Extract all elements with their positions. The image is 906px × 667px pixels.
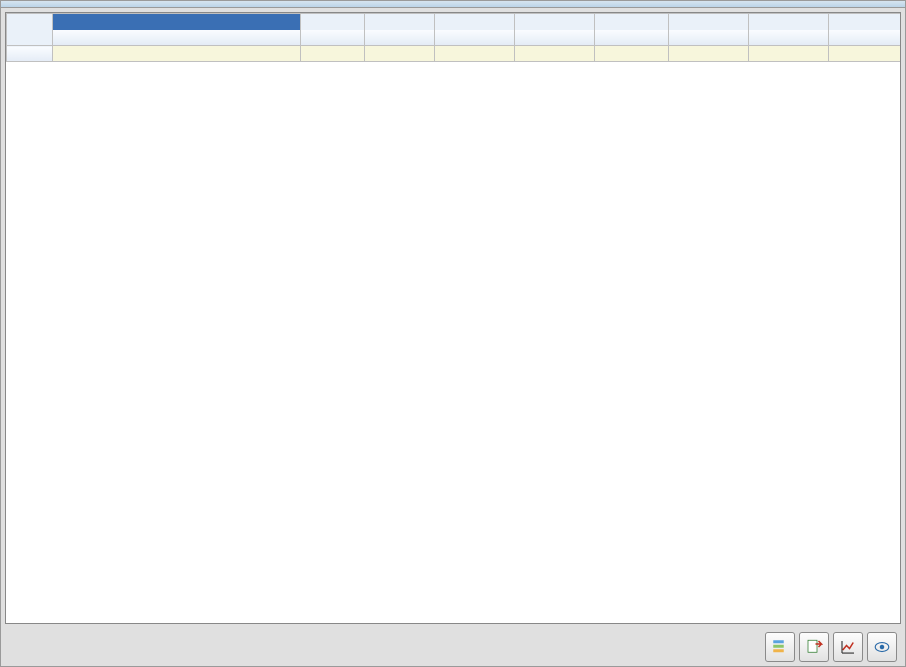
col-letter-g[interactable] [669, 14, 749, 30]
export-button[interactable] [799, 632, 829, 662]
corner-header[interactable] [7, 14, 53, 46]
total-row [7, 46, 902, 62]
col-letter-d[interactable] [435, 14, 515, 30]
filter-icon [771, 638, 789, 656]
material-panel [0, 0, 906, 667]
col-letter-c[interactable] [365, 14, 435, 30]
total-label [7, 46, 53, 62]
grid-container [5, 12, 901, 624]
total-t [829, 46, 902, 62]
col-letter-a[interactable] [53, 14, 301, 30]
chart-icon [839, 638, 857, 656]
col-h-f[interactable] [595, 30, 669, 46]
filter-button[interactable] [765, 632, 795, 662]
col-letter-b[interactable] [301, 14, 365, 30]
export-icon [805, 638, 823, 656]
col-letter-i[interactable] [829, 14, 902, 30]
col-h-d[interactable] [435, 30, 515, 46]
col-letters-row [7, 14, 902, 30]
col-letter-h[interactable] [749, 14, 829, 30]
total-count [301, 46, 365, 62]
col-h-a[interactable] [53, 30, 301, 46]
chart-button[interactable] [833, 632, 863, 662]
total-vol [595, 46, 669, 62]
material-table[interactable] [6, 13, 901, 62]
total-tot [435, 46, 515, 62]
col-letter-e[interactable] [515, 14, 595, 30]
footer-toolbar [1, 628, 905, 666]
view-button[interactable] [867, 632, 897, 662]
col-letter-f[interactable] [595, 14, 669, 30]
total-area [515, 46, 595, 62]
col-h-b[interactable] [301, 30, 365, 46]
col-h-i[interactable] [829, 30, 902, 46]
eye-icon [873, 638, 891, 656]
panel-title [1, 1, 905, 8]
col-h-h[interactable] [749, 30, 829, 46]
col-h-e[interactable] [515, 30, 595, 46]
col-headers-row [7, 30, 902, 46]
col-h-g[interactable] [669, 30, 749, 46]
col-h-c[interactable] [365, 30, 435, 46]
